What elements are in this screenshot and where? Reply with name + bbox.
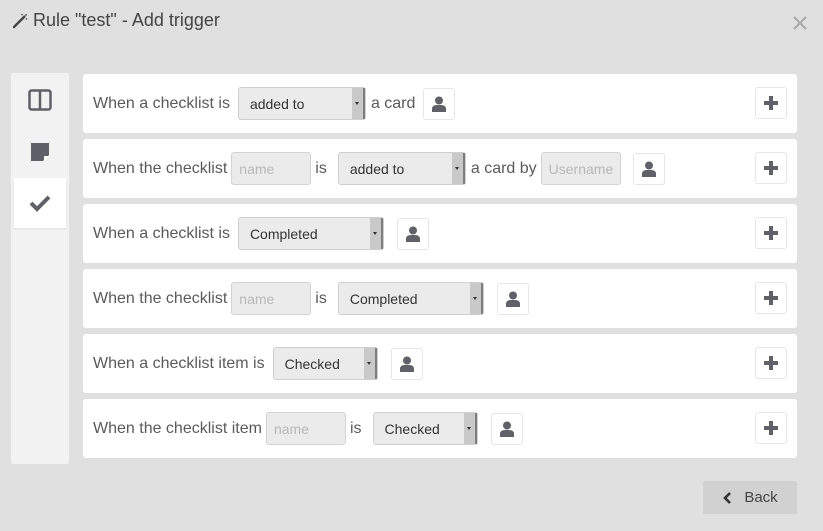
add-trigger-button[interactable]: [755, 87, 787, 119]
trigger-row: When a checklist is Completed: [83, 204, 797, 263]
checkmark-icon: [29, 195, 51, 212]
user-filter-button[interactable]: [423, 87, 456, 120]
select-value: Completed: [249, 225, 318, 242]
dropdown-arrow-icon: [363, 348, 377, 379]
user-icon: [432, 96, 447, 112]
select-value: Checked: [284, 355, 340, 372]
trigger-prefix: When the checklist: [93, 289, 228, 307]
checklist-name-input[interactable]: [231, 152, 312, 185]
checklist-state-select[interactable]: Completed: [337, 282, 484, 315]
trigger-suffix: a card by: [470, 159, 537, 177]
checklist-name-input[interactable]: [231, 282, 312, 315]
user-icon: [641, 161, 656, 177]
plus-icon: [764, 161, 778, 175]
item-state-select[interactable]: Checked: [272, 347, 378, 380]
trigger-row: When the checklist is Completed: [83, 269, 797, 328]
trigger-row: When a checklist is added to a card: [83, 74, 797, 133]
user-icon: [405, 226, 420, 242]
trigger-category-sidebar: [11, 73, 69, 464]
back-button-label: Back: [744, 489, 778, 506]
trigger-row: When a checklist item is Checked: [83, 334, 797, 393]
select-value: added to: [249, 95, 305, 112]
trigger-prefix: When the checklist item: [93, 419, 262, 437]
close-icon[interactable]: [791, 14, 809, 32]
sidebar-tab-board[interactable]: [14, 75, 66, 125]
user-filter-button[interactable]: [396, 217, 429, 250]
item-state-select[interactable]: Checked: [372, 412, 478, 445]
user-filter-button[interactable]: [496, 282, 529, 315]
add-trigger-button[interactable]: [755, 152, 787, 184]
select-value: Checked: [384, 420, 440, 437]
user-icon: [499, 421, 514, 437]
checklist-action-select[interactable]: added to: [337, 152, 466, 185]
checklist-action-select[interactable]: added to: [237, 87, 366, 120]
back-button[interactable]: Back: [703, 481, 797, 514]
trigger-mid: is: [315, 159, 327, 177]
dropdown-arrow-icon: [351, 88, 365, 119]
username-input[interactable]: [540, 152, 621, 185]
trigger-prefix: When a checklist item is: [93, 354, 265, 372]
dialog-header: Rule "test" - Add trigger: [0, 0, 823, 46]
plus-icon: [764, 226, 778, 240]
add-trigger-button[interactable]: [755, 217, 787, 249]
dropdown-arrow-icon: [451, 153, 465, 184]
user-filter-button[interactable]: [390, 347, 423, 380]
trigger-prefix: When the checklist: [93, 159, 228, 177]
trigger-prefix: When a checklist is: [93, 94, 230, 112]
dropdown-arrow-icon: [469, 283, 483, 314]
select-value: Completed: [349, 290, 418, 307]
columns-icon: [28, 89, 52, 111]
dialog-title-text: Rule "test" - Add trigger: [33, 10, 220, 30]
user-icon: [399, 356, 414, 372]
plus-icon: [764, 291, 778, 305]
user-filter-button[interactable]: [490, 412, 523, 445]
trigger-mid: is: [315, 289, 327, 307]
trigger-suffix: a card: [370, 94, 416, 112]
plus-icon: [764, 96, 778, 110]
add-trigger-button[interactable]: [755, 347, 787, 379]
magic-wand-icon: [12, 13, 28, 28]
plus-icon: [764, 356, 778, 370]
sticky-note-icon: [31, 143, 49, 161]
trigger-row: When the checklist is added to a card by: [83, 139, 797, 198]
plus-icon: [764, 421, 778, 435]
user-filter-button[interactable]: [632, 152, 665, 185]
dialog-title: Rule "test" - Add trigger: [12, 10, 220, 31]
checklist-state-select[interactable]: Completed: [237, 217, 384, 250]
select-value: added to: [349, 160, 405, 177]
sidebar-tab-checklist[interactable]: [14, 178, 66, 228]
chevron-left-icon: [723, 491, 732, 504]
trigger-prefix: When a checklist is: [93, 224, 230, 242]
trigger-mid: is: [349, 419, 362, 437]
add-trigger-button[interactable]: [755, 412, 787, 444]
checklist-item-name-input[interactable]: [265, 412, 346, 445]
user-icon: [505, 291, 520, 307]
sidebar-tab-card[interactable]: [14, 127, 66, 177]
add-trigger-button[interactable]: [755, 282, 787, 314]
trigger-row: When the checklist item is Checked: [83, 399, 797, 458]
dropdown-arrow-icon: [369, 218, 383, 249]
dropdown-arrow-icon: [463, 413, 477, 444]
